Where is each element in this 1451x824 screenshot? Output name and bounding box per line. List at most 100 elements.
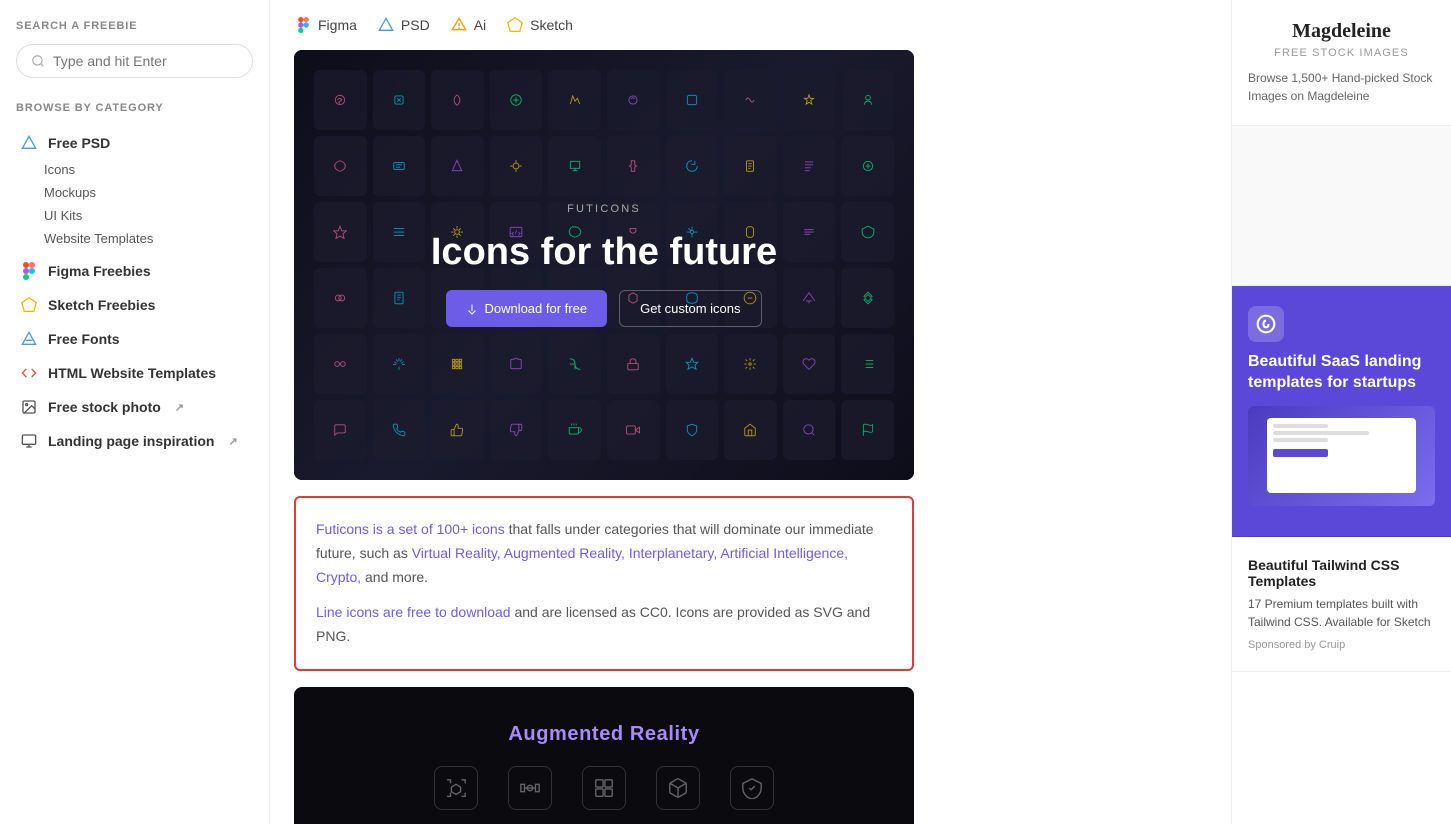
sub-item-icons[interactable]: Icons	[44, 158, 253, 181]
key-42	[373, 334, 426, 394]
mock-screenshot	[1267, 418, 1417, 493]
sidebar-item-free-psd[interactable]: Free PSD	[16, 128, 253, 158]
key-15	[548, 136, 601, 196]
ar-icon-1	[434, 766, 478, 810]
key-17	[666, 136, 719, 196]
category-free-stock-photo: Free stock photo ↗	[16, 392, 253, 422]
key-50	[841, 334, 894, 394]
ad-card-saas[interactable]: Beautiful SaaS landing templates for sta…	[1232, 286, 1451, 537]
ar-icon-4	[656, 766, 700, 810]
tab-ai[interactable]: Ai	[450, 16, 486, 34]
key-39	[783, 268, 836, 328]
description-paragraph-2: Line icons are free to download and are …	[316, 601, 892, 649]
description-paragraph-1: Futicons is a set of 100+ icons that fal…	[316, 518, 892, 589]
download-button[interactable]: Download for free	[446, 290, 607, 327]
ar-icon-2	[508, 766, 552, 810]
cruip-logo	[1248, 306, 1284, 342]
key-12	[373, 136, 426, 196]
triangle-icon	[20, 134, 38, 152]
key-10	[841, 70, 894, 130]
mock-line-1	[1273, 424, 1328, 428]
sponsored-by: Sponsored by Cruip	[1248, 639, 1435, 651]
key-14	[490, 136, 543, 196]
key-60	[841, 400, 894, 460]
futicons-link[interactable]: Futicons is a set of 100+ icons	[316, 521, 505, 537]
key-29	[783, 202, 836, 262]
figma-tab-icon	[294, 16, 312, 34]
key-16	[607, 136, 660, 196]
sidebar-item-free-stock-photo[interactable]: Free stock photo ↗	[16, 392, 253, 422]
mock-line-2	[1273, 431, 1369, 435]
custom-icons-button[interactable]: Get custom icons	[619, 290, 761, 327]
category-html-templates: HTML Website Templates	[16, 358, 253, 388]
tab-sketch[interactable]: Sketch	[506, 16, 573, 34]
sub-item-mockups[interactable]: Mockups	[44, 181, 253, 204]
ar-icon-5	[730, 766, 774, 810]
sidebar-item-html-templates[interactable]: HTML Website Templates	[16, 358, 253, 388]
key-45	[548, 334, 601, 394]
sidebar-item-landing-page[interactable]: Landing page inspiration ↗	[16, 426, 253, 456]
key-57	[666, 400, 719, 460]
browse-category-title: BROWSE BY CATEGORY	[16, 102, 253, 114]
code-icon	[20, 364, 38, 382]
hero-title: Icons for the future	[431, 231, 777, 274]
augmented-reality-icons	[434, 766, 774, 810]
saas-title: Beautiful SaaS landing templates for sta…	[1248, 352, 1435, 394]
sidebar-item-sketch-freebies[interactable]: Sketch Freebies	[16, 290, 253, 320]
key-44	[490, 334, 543, 394]
key-18	[724, 136, 777, 196]
ad-card-magdeleine[interactable]: Magdeleine FREE STOCK IMAGES Browse 1,50…	[1232, 0, 1451, 126]
key-51	[314, 400, 367, 460]
figma-icon	[20, 262, 38, 280]
category-free-fonts: Free Fonts	[16, 324, 253, 354]
key-49	[783, 334, 836, 394]
key-8	[724, 70, 777, 130]
key-54	[490, 400, 543, 460]
hero-image: FUTICONS Icons for the future Download f…	[294, 50, 914, 480]
ad-card-empty	[1232, 126, 1451, 286]
sketch-tab-icon	[506, 16, 524, 34]
tab-psd[interactable]: PSD	[377, 16, 430, 34]
category-sketch-freebies: Sketch Freebies	[16, 290, 253, 320]
ad-card-tailwind[interactable]: Beautiful Tailwind CSS Templates 17 Prem…	[1232, 537, 1451, 672]
key-32	[373, 268, 426, 328]
tailwind-title: Beautiful Tailwind CSS Templates	[1248, 557, 1435, 589]
search-icon	[31, 54, 45, 68]
mock-button	[1273, 449, 1328, 457]
external-link-icon-photo: ↗	[175, 401, 184, 414]
key-13	[431, 136, 484, 196]
sidebar-item-figma-freebies[interactable]: Figma Freebies	[16, 256, 253, 286]
saas-preview-image	[1248, 406, 1435, 506]
key-1	[314, 70, 367, 130]
key-48	[724, 334, 777, 394]
second-image-title: Augmented Reality	[508, 723, 699, 746]
key-58	[724, 400, 777, 460]
line-icons-link[interactable]: Line icons are free to download	[316, 604, 511, 620]
key-2	[373, 70, 426, 130]
ar-icon-3	[582, 766, 626, 810]
sub-item-ui-kits[interactable]: UI Kits	[44, 204, 253, 227]
search-box[interactable]	[16, 44, 253, 78]
format-tabs: Figma PSD Ai	[294, 16, 1207, 34]
key-30	[841, 202, 894, 262]
key-3	[431, 70, 484, 130]
tailwind-description: 17 Premium templates built with Tailwind…	[1248, 595, 1435, 631]
key-43	[431, 334, 484, 394]
magdeleine-subtitle: FREE STOCK IMAGES	[1248, 47, 1435, 59]
magdeleine-logo: Magdeleine	[1248, 20, 1435, 43]
search-section-title: SEARCH A FREEBIE	[16, 20, 253, 32]
inspire-icon	[20, 432, 38, 450]
hero-subtitle: FUTICONS	[567, 203, 641, 215]
key-59	[783, 400, 836, 460]
key-52	[373, 400, 426, 460]
sub-item-website-templates[interactable]: Website Templates	[44, 227, 253, 250]
key-7	[666, 70, 719, 130]
left-sidebar: SEARCH A FREEBIE BROWSE BY CATEGORY Free…	[0, 0, 270, 824]
second-image-section: Augmented Reality	[294, 687, 914, 824]
tab-figma[interactable]: Figma	[294, 16, 357, 34]
search-input[interactable]	[53, 53, 238, 69]
sidebar-item-free-fonts[interactable]: Free Fonts	[16, 324, 253, 354]
key-40	[841, 268, 894, 328]
key-5	[548, 70, 601, 130]
key-55	[548, 400, 601, 460]
